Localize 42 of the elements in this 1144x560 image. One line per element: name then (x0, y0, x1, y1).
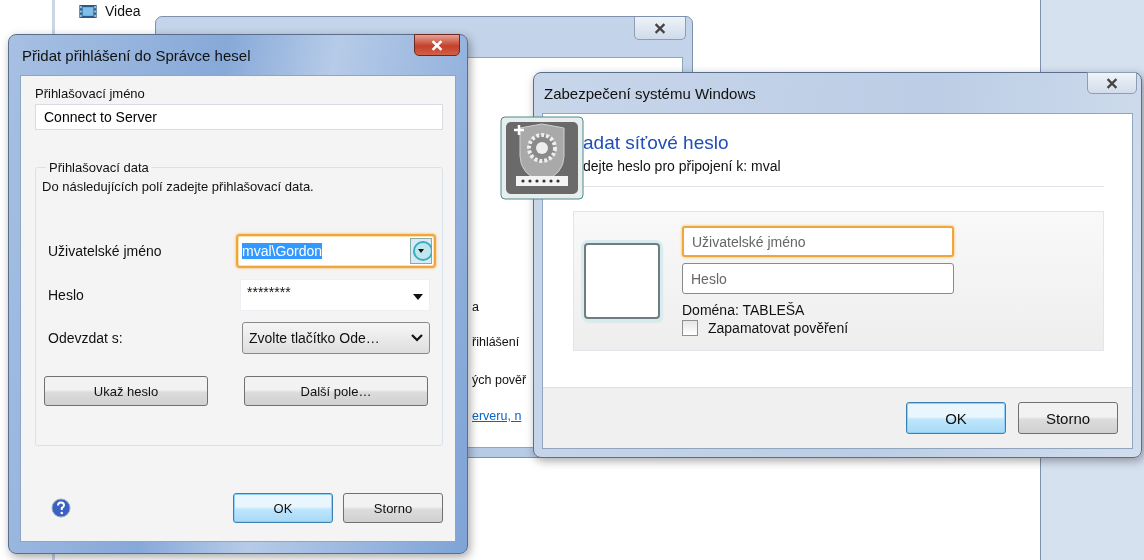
text-fragment: řihlášení (472, 335, 520, 349)
hint-text: Do následujících polí zadejte přihlašovací data. (42, 179, 315, 194)
field-label: Odevzdat s: (48, 330, 123, 346)
text-fragment: a (472, 300, 479, 314)
button[interactable]: Ukaž heslo (44, 376, 208, 406)
window-title: Zabezpečení systému Windows (543, 84, 756, 102)
close-button[interactable] (1087, 72, 1137, 94)
field-value: Zvolte tlačítko Ode… (249, 330, 380, 346)
button[interactable]: Storno (343, 493, 443, 523)
text-fragment: ých pověř (472, 373, 527, 387)
button[interactable]: OK (906, 402, 1006, 434)
button[interactable]: Storno (1018, 402, 1118, 434)
link[interactable]: erveru, n (472, 409, 522, 423)
field-value: mval\Gordon (242, 243, 323, 259)
field-value: ******** (247, 284, 292, 300)
chevron-icon (411, 334, 423, 342)
window-title: Přidat přihlášení do Správce hesel (21, 46, 251, 64)
film-icon (79, 4, 97, 18)
help-icon[interactable] (51, 498, 71, 518)
close-icon (653, 22, 667, 34)
close-icon (1105, 77, 1119, 89)
sidebar-item[interactable]: Videa (105, 3, 141, 19)
dropdown-icon[interactable] (410, 238, 432, 264)
button[interactable]: OK (233, 493, 333, 523)
field-label: Heslo (48, 287, 84, 303)
select-field[interactable]: Zvolte tlačítko Ode… (242, 322, 430, 354)
close-button[interactable] (634, 17, 686, 40)
input-field[interactable]: Connect to Server (35, 104, 443, 130)
checkbox[interactable] (682, 320, 698, 336)
domain-text: Doména: TABLEŠA (682, 302, 806, 318)
dialog-heading: adat síťové heslo (583, 132, 730, 154)
password-field[interactable]: ******** (240, 279, 430, 311)
field-label: Uživatelské jméno (48, 243, 162, 259)
group-title: Přihlašovací data (48, 160, 150, 175)
button[interactable]: Další pole… (244, 376, 428, 406)
password-field[interactable]: Heslo (682, 263, 954, 294)
caret-icon (413, 294, 423, 300)
field-label: Přihlašovací jméno (35, 86, 146, 101)
checkbox-label: Zapamatovat pověření (708, 320, 849, 336)
username-field[interactable]: Uživatelské jméno (682, 226, 954, 257)
close-button[interactable] (414, 34, 460, 56)
close-icon (430, 39, 444, 51)
